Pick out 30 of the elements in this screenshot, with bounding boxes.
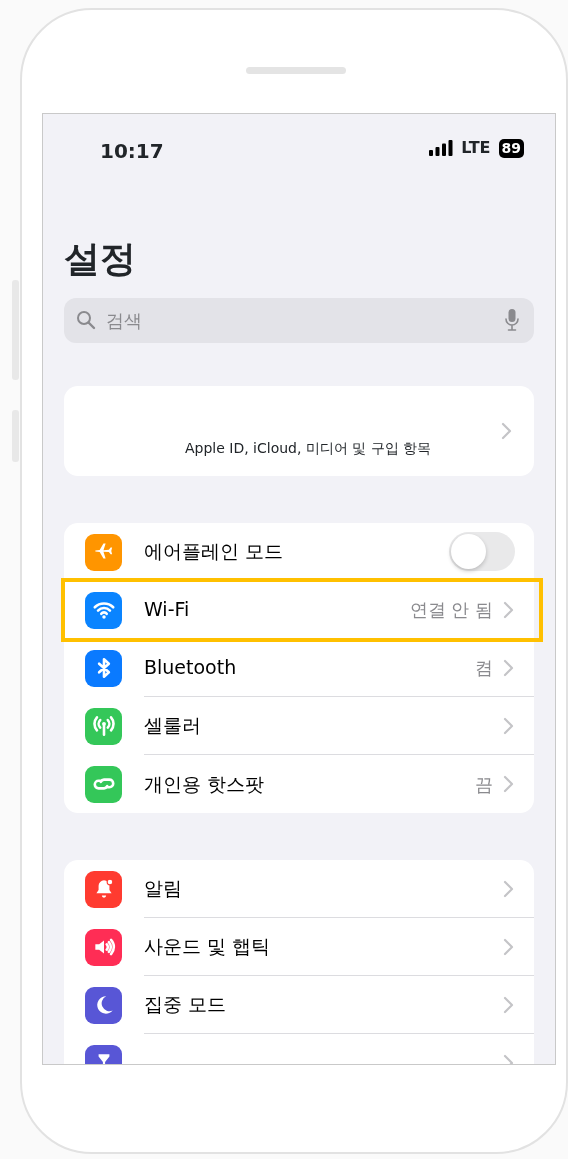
row-label: Bluetooth <box>144 655 238 681</box>
row-value: 끔 <box>475 772 493 797</box>
account-card[interactable]: Apple ID, iCloud, 미디어 및 구입 항목 <box>64 386 534 476</box>
row-label: 알림 <box>144 876 183 902</box>
row-label: Wi-Fi <box>144 597 191 623</box>
row-label: 에어플레인 모드 <box>144 539 285 565</box>
page-title: 설정 <box>64 237 137 281</box>
settings-row[interactable]: Wi-Fi 연결 안 됨 <box>64 581 540 639</box>
settings-row[interactable]: 알림 <box>64 860 534 918</box>
row-label: 사운드 및 햅틱 <box>144 934 272 960</box>
settings-row[interactable]: 셀룰러 <box>64 697 534 755</box>
search-field[interactable]: 검색 <box>64 298 534 343</box>
network-type: LTE <box>461 137 491 159</box>
account-subtitle: Apple ID, iCloud, 미디어 및 구입 항목 <box>185 439 432 458</box>
row-label: 개인용 핫스팟 <box>144 771 266 797</box>
settings-row[interactable]: 개인용 핫스팟 끔 <box>64 755 534 813</box>
settings-row[interactable]: 에어플레인 모드 <box>64 523 534 581</box>
row-label: 집중 모드 <box>144 992 228 1018</box>
settings-row[interactable]: Bluetooth 켬 <box>64 639 534 697</box>
settings-row[interactable]: 사운드 및 햅틱 <box>64 918 534 976</box>
row-value: 켬 <box>475 656 493 680</box>
clock-time: 10:17 <box>100 138 164 165</box>
row-label: 셀룰러 <box>144 713 202 739</box>
battery-level: 89 <box>498 138 524 158</box>
toggle-switch[interactable] <box>449 532 515 571</box>
settings-row[interactable]: 집중 모드 <box>64 976 534 1034</box>
row-value: 연결 안 됨 <box>409 598 493 622</box>
signal-icon <box>429 140 454 156</box>
microphone-icon[interactable] <box>504 308 520 332</box>
search-icon <box>76 310 96 330</box>
